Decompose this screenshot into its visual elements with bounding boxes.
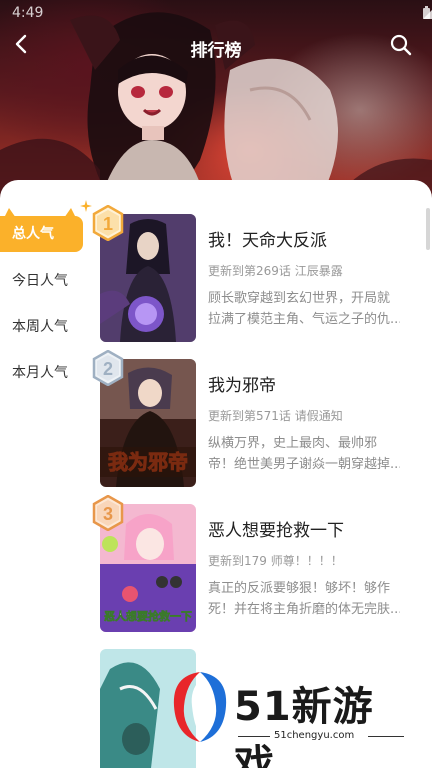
top-bar: 排行榜 [0, 28, 432, 68]
page-title: 排行榜 [190, 41, 242, 61]
comic-update: 更新到第571话 请假通知 [208, 409, 343, 423]
description-line: 纵横万界，史上最肉、最帅邪 [208, 436, 378, 451]
rank-number: 3 [103, 504, 113, 524]
sidebar-item-total-popularity[interactable]: 总人气 [0, 200, 92, 252]
sidebar-item-today-popularity[interactable]: 今日人气 [0, 260, 90, 302]
comic-item-rank-1[interactable]: 1 我！天命大反派 更新到第269话 江辰暴露 顾长歌穿越到玄幻世界，开局就 拉… [92, 205, 406, 353]
watermark-logo: 51新游戏 51chengyu.com [170, 668, 410, 768]
comic-item-rank-3[interactable]: 恶人想要抢救一下 3 恶人想要抢救一下 更新到179 师尊！！！！ 真正的反派要… [92, 495, 406, 643]
sidebar-item-month-popularity[interactable]: 本月人气 [0, 352, 90, 394]
watermark-url: 51chengyu.com [274, 730, 355, 741]
sidebar-item-label: 本月人气 [12, 365, 68, 381]
description-line: 死！并在将主角折磨的体无完肤... [208, 602, 400, 617]
sidebar-item-label: 总人气 [12, 226, 54, 242]
description-line: 拉满了模范主角、气运之子的仇... [208, 312, 400, 327]
brand-logo-icon [173, 672, 227, 742]
divider [238, 736, 270, 737]
banner-illustration: 4:49 排行榜 [0, 0, 432, 205]
search-button[interactable] [390, 34, 418, 62]
sidebar-item-week-popularity[interactable]: 本周人气 [0, 306, 90, 348]
sidebar-item-label: 今日人气 [12, 273, 68, 289]
scrollbar[interactable] [426, 208, 430, 250]
comic-description: 真正的反派要够狠！够坏！够作 死！并在将主角折磨的体无完肤... [208, 578, 400, 620]
rank-badge-bronze-icon: 3 [92, 495, 124, 531]
cover-title-text: 我为邪帝 [108, 450, 188, 474]
description-line: 顾长歌穿越到玄幻世界，开局就 [208, 291, 391, 306]
rank-badge-gold-icon: 1 [92, 205, 124, 241]
sidebar-item-label: 本周人气 [12, 319, 68, 335]
sparkle-icon [80, 200, 92, 212]
rank-number: 2 [103, 359, 113, 379]
comic-title: 我！天命大反派 [208, 231, 327, 251]
comic-description: 纵横万界，史上最肉、最帅邪 帝！绝世美男子谢焱一朝穿越掉... [208, 433, 400, 475]
comic-update: 更新到179 师尊！！！！ [208, 554, 343, 568]
comic-item-rank-2[interactable]: 我为邪帝 2 我为邪帝 更新到第571话 请假通知 纵横万界，史上最肉、最帅邪 … [92, 350, 406, 498]
status-time: 4:49 [12, 5, 44, 21]
rank-badge-silver-icon: 2 [92, 350, 124, 386]
rank-number: 1 [103, 214, 113, 234]
description-line: 帝！绝世美男子谢焱一朝穿越掉... [208, 457, 400, 472]
comic-description: 顾长歌穿越到玄幻世界，开局就 拉满了模范主角、气运之子的仇... [208, 288, 400, 330]
comic-title: 恶人想要抢救一下 [208, 521, 344, 541]
description-line: 真正的反派要够狠！够坏！够作 [208, 581, 391, 596]
comic-update: 更新到第269话 江辰暴露 [208, 264, 343, 278]
divider [368, 736, 404, 737]
search-icon [390, 34, 412, 56]
status-bar: 4:49 [0, 0, 432, 28]
comic-title: 我为邪帝 [208, 376, 276, 396]
ranking-sidebar: 总人气 今日人气 本周人气 本月人气 [0, 200, 92, 398]
tab-ears-decoration [4, 208, 76, 218]
battery-icon [423, 6, 430, 19]
cover-title-text: 恶人想要抢救一下 [104, 609, 192, 623]
watermark-brand-text: 51新游戏 [234, 684, 374, 768]
